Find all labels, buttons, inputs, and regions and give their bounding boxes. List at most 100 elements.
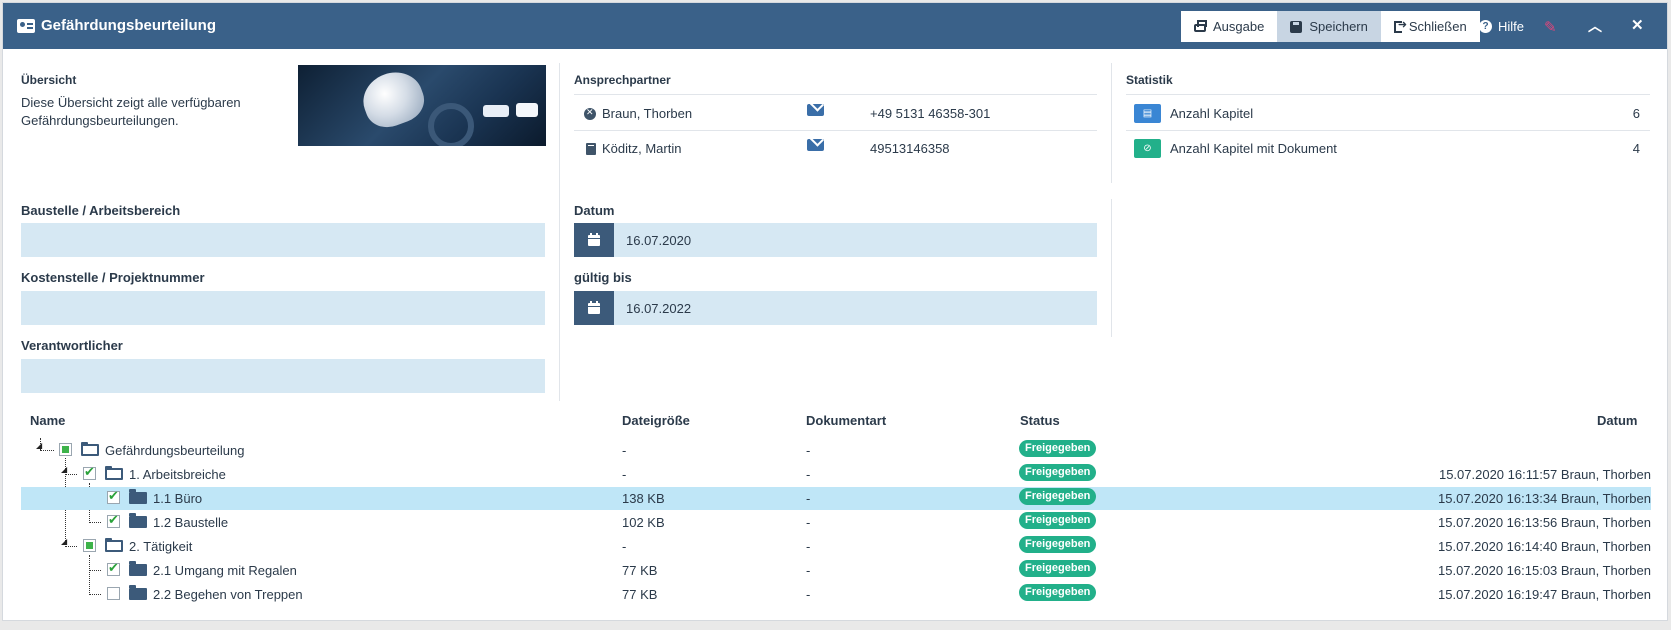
column-header-type[interactable]: Dokumentart (806, 413, 886, 428)
row-type: - (806, 491, 811, 506)
status-badge: Freigegeben (1019, 464, 1097, 481)
row-date: 15.07.2020 16:13:34 Braun, Thorben (1438, 491, 1651, 506)
row-date: 15.07.2020 16:11:57 Braun, Thorben (1438, 467, 1651, 482)
envelope-icon[interactable] (807, 139, 824, 151)
row-name: 2.2 Begehen von Treppen (153, 587, 303, 602)
baustelle-label: Baustelle / Arbeitsbereich (21, 203, 181, 218)
row-size: 138 KB (622, 491, 665, 506)
stat-count: 4 (1632, 141, 1640, 156)
speichern-button[interactable]: Speichern (1277, 11, 1381, 42)
divider (1111, 63, 1112, 183)
folder-icon (129, 561, 147, 576)
row-date: 15.07.2020 16:14:40 Braun, Thorben (1438, 539, 1651, 554)
datum-field[interactable]: 16.07.2020 (574, 223, 1097, 257)
envelope-icon[interactable] (807, 104, 824, 116)
row-name: 1.2 Baustelle (153, 515, 229, 530)
ausgabe-button[interactable]: Ausgabe (1181, 11, 1278, 42)
user-x-icon (584, 107, 596, 120)
gueltig-label: gültig bis (574, 270, 632, 285)
id-card-icon (17, 19, 35, 33)
status-badge: Freigegeben (1019, 512, 1097, 529)
table-row[interactable]: 1. Arbeitsbreiche - - Freigegeben 15.07.… (21, 463, 1651, 486)
row-checkbox[interactable] (83, 464, 96, 480)
row-size: 77 KB (622, 587, 658, 602)
column-header-status[interactable]: Status (1020, 413, 1060, 428)
file-icon: ▤ (1134, 104, 1161, 123)
divider (1126, 94, 1650, 95)
row-size: - (622, 539, 627, 554)
row-checkbox[interactable] (107, 512, 120, 528)
folder-open-icon (105, 538, 123, 552)
column-header-size[interactable]: Dateigröße (622, 413, 690, 428)
status-badge: Freigegeben (1019, 584, 1097, 601)
row-type: - (806, 587, 811, 602)
chevron-up-icon[interactable]: ︿ (1588, 16, 1602, 36)
row-name: 1.1 Büro (153, 491, 203, 506)
toolbar-button-group: Ausgabe Speichern Schließen (1181, 11, 1480, 42)
schliessen-label: Schließen (1408, 19, 1467, 34)
calendar-icon (588, 300, 600, 314)
table-row[interactable]: 2.2 Begehen von Treppen 77 KB - Freigege… (21, 583, 1651, 606)
row-checkbox[interactable] (107, 560, 120, 576)
table-row[interactable]: 1.2 Baustelle 102 KB - Freigegeben 15.07… (21, 511, 1651, 534)
close-icon[interactable]: ✕ (1631, 16, 1644, 34)
folder-icon (129, 585, 147, 600)
overview-heading: Übersicht (21, 73, 77, 87)
divider (574, 130, 1097, 131)
folder-open-icon (81, 442, 99, 456)
gueltig-field[interactable]: 16.07.2022 (574, 291, 1097, 325)
contacts-heading: Ansprechpartner (574, 73, 671, 87)
row-size: - (622, 467, 627, 482)
sign-out-icon (1393, 18, 1407, 33)
contact-phone: 49513146358 (870, 141, 950, 156)
pencil-icon[interactable]: ✎ (1544, 18, 1560, 36)
row-size: 102 KB (622, 515, 665, 530)
row-checkbox[interactable] (83, 539, 96, 552)
kostenstelle-input[interactable] (21, 291, 545, 325)
contact-name: Köditz, Martin (602, 141, 682, 156)
row-type: - (806, 539, 811, 554)
verantwortlicher-input[interactable] (21, 359, 545, 393)
ausgabe-label: Ausgabe (1213, 19, 1265, 34)
book-icon (586, 142, 596, 155)
title-bar: Gefährdungsbeurteilung Ausgabe Speichern… (3, 3, 1667, 49)
gueltig-value: 16.07.2022 (626, 300, 692, 316)
divider (559, 63, 560, 401)
help-label: Hilfe (1498, 19, 1525, 34)
paperclip-icon: ⊘ (1134, 139, 1161, 158)
row-name: 2. Tätigkeit (129, 539, 193, 554)
row-type: - (806, 515, 811, 530)
status-badge: Freigegeben (1019, 536, 1097, 553)
table-row[interactable]: 1.1 Büro 138 KB - Freigegeben 15.07.2020… (21, 487, 1651, 510)
table-row[interactable]: 2. Tätigkeit - - Freigegeben 15.07.2020 … (21, 535, 1651, 558)
kostenstelle-label: Kostenstelle / Projektnummer (21, 270, 205, 285)
print-icon (1194, 19, 1207, 32)
row-type: - (806, 563, 811, 578)
folder-icon (129, 489, 147, 504)
row-type: - (806, 467, 811, 482)
contact-name: Braun, Thorben (602, 106, 693, 121)
overview-text: Diese Übersicht zeigt alle verfügbaren G… (21, 95, 241, 128)
contact-row: Köditz, Martin (586, 141, 681, 156)
column-header-date[interactable]: Datum (1597, 413, 1637, 428)
row-size: 77 KB (622, 563, 658, 578)
calendar-icon (588, 232, 600, 246)
row-date: 15.07.2020 16:19:47 Braun, Thorben (1438, 587, 1651, 602)
schliessen-button[interactable]: Schließen (1380, 11, 1480, 42)
help-button[interactable]: ? Hilfe (1479, 19, 1524, 34)
column-header-name[interactable]: Name (30, 413, 65, 428)
divider (1126, 130, 1650, 131)
hazard-assessment-window: Gefährdungsbeurteilung Ausgabe Speichern… (2, 2, 1668, 621)
row-checkbox[interactable] (59, 443, 72, 456)
gueltig-calendar-button[interactable] (574, 291, 614, 325)
question-circle-icon: ? (1479, 20, 1492, 33)
table-row[interactable]: Gefährdungsbeurteilung - - Freigegeben (21, 439, 1651, 462)
table-row[interactable]: 2.1 Umgang mit Regalen 77 KB - Freigegeb… (21, 559, 1651, 582)
stat-label: Anzahl Kapitel mit Dokument (1170, 141, 1337, 156)
datum-calendar-button[interactable] (574, 223, 614, 257)
row-checkbox[interactable] (107, 488, 120, 504)
row-checkbox[interactable] (107, 587, 120, 600)
datum-label: Datum (574, 203, 615, 218)
baustelle-input[interactable] (21, 223, 545, 257)
hard-hat-image (298, 65, 546, 146)
